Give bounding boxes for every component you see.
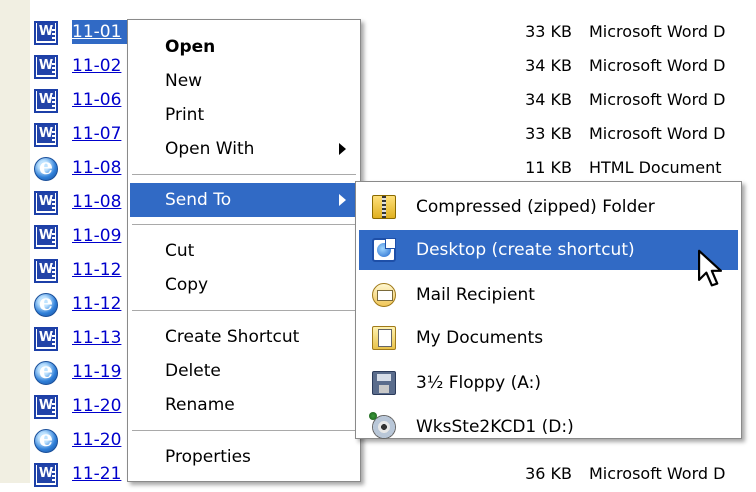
floppy-drive-icon <box>372 371 396 395</box>
menu-item-create-shortcut[interactable]: Create Shortcut <box>130 320 358 354</box>
mouse-cursor-icon <box>698 249 722 287</box>
file-name[interactable]: 11-02 <box>72 54 121 78</box>
file-name[interactable]: 11-07 <box>72 122 121 146</box>
file-type: Microsoft Word D <box>589 124 726 143</box>
file-name[interactable]: 11-09 <box>72 224 121 248</box>
menu-item-label: Print <box>165 105 205 125</box>
word-doc-icon <box>34 191 58 215</box>
file-name[interactable]: 11-20 <box>72 428 121 452</box>
file-row[interactable]: 11-06 34 KB Microsoft Word D <box>0 84 756 118</box>
send-to-item-mail-recipient[interactable]: Mail Recipient <box>359 275 738 315</box>
file-name[interactable]: 11-21 <box>72 462 121 486</box>
menu-item-label: Open With <box>165 139 255 159</box>
menu-separator <box>132 174 356 175</box>
word-doc-icon <box>34 395 58 419</box>
file-name[interactable]: 11-01 <box>72 20 128 44</box>
submenu-arrow-icon <box>339 194 346 206</box>
send-to-item-label: Compressed (zipped) Folder <box>416 197 655 217</box>
file-name[interactable]: 11-20 <box>72 394 121 418</box>
send-to-item-desktop-create-shortcut[interactable]: Desktop (create shortcut) <box>359 230 738 270</box>
file-name[interactable]: 11-08 <box>72 156 121 180</box>
menu-item-open[interactable]: Open <box>130 30 358 64</box>
html-doc-icon <box>34 426 58 453</box>
menu-item-label: Copy <box>165 275 209 295</box>
file-name[interactable]: 11-12 <box>72 292 121 316</box>
menu-item-properties[interactable]: Properties <box>130 440 358 474</box>
my-documents-icon <box>372 326 396 350</box>
html-doc-icon <box>34 358 58 385</box>
menu-item-send-to[interactable]: Send To <box>130 183 358 217</box>
file-size: 33 KB <box>525 124 572 143</box>
send-to-item-3-floppy-a[interactable]: 3½ Floppy (A:) <box>359 363 738 403</box>
menu-item-label: Delete <box>165 361 221 381</box>
html-doc-icon <box>34 154 58 181</box>
menu-separator <box>132 310 356 311</box>
desktop-icon <box>372 238 396 262</box>
submenu-arrow-icon <box>339 143 346 155</box>
word-doc-icon <box>34 123 58 147</box>
menu-item-copy[interactable]: Copy <box>130 268 358 302</box>
file-row[interactable]: 11-21 36 KB Microsoft Word D <box>0 458 756 492</box>
menu-item-open-with[interactable]: Open With <box>130 132 358 166</box>
word-doc-icon <box>34 21 58 45</box>
file-row[interactable]: 11-02 34 KB Microsoft Word D <box>0 50 756 84</box>
word-doc-icon <box>34 55 58 79</box>
send-to-item-my-documents[interactable]: My Documents <box>359 318 738 358</box>
menu-separator <box>132 224 356 225</box>
menu-item-label: Send To <box>165 190 232 210</box>
word-doc-icon <box>34 259 58 283</box>
html-doc-icon <box>34 290 58 317</box>
word-doc-icon <box>34 89 58 113</box>
menu-item-label: Rename <box>165 395 235 415</box>
file-name[interactable]: 11-13 <box>72 326 121 350</box>
send-to-item-label: Mail Recipient <box>416 285 535 305</box>
mail-icon <box>372 283 396 307</box>
send-to-item-label: My Documents <box>416 328 544 348</box>
file-type: Microsoft Word D <box>589 56 726 75</box>
file-name[interactable]: 11-12 <box>72 258 121 282</box>
word-doc-icon <box>34 225 58 249</box>
file-type: Microsoft Word D <box>589 90 726 109</box>
file-row[interactable]: 11-07 33 KB Microsoft Word D <box>0 118 756 152</box>
file-row[interactable]: 11-01 33 KB Microsoft Word D <box>0 16 756 50</box>
send-to-item-wksste2kcd1-d[interactable]: WksSte2KCD1 (D:) <box>359 407 738 447</box>
menu-item-new[interactable]: New <box>130 64 358 98</box>
file-type: Microsoft Word D <box>589 22 726 41</box>
menu-item-label: New <box>165 71 203 91</box>
file-name[interactable]: 11-06 <box>72 88 121 112</box>
send-to-item-label: Desktop (create shortcut) <box>416 240 635 260</box>
menu-separator <box>132 430 356 431</box>
word-doc-icon <box>34 463 58 487</box>
file-type: Microsoft Word D <box>589 464 726 483</box>
menu-item-rename[interactable]: Rename <box>130 388 358 422</box>
file-name[interactable]: 11-08 <box>72 190 121 214</box>
file-size: 11 KB <box>525 158 572 177</box>
send-to-item-label: WksSte2KCD1 (D:) <box>416 417 574 437</box>
menu-item-cut[interactable]: Cut <box>130 234 358 268</box>
menu-item-delete[interactable]: Delete <box>130 354 358 388</box>
menu-item-label: Open <box>165 37 216 57</box>
menu-item-label: Properties <box>165 447 251 467</box>
cd-drive-icon <box>369 412 396 439</box>
file-size: 34 KB <box>525 56 572 75</box>
file-size: 36 KB <box>525 464 572 483</box>
send-to-submenu: Compressed (zipped) Folder Desktop (creat… <box>355 181 742 439</box>
file-name[interactable]: 11-19 <box>72 360 121 384</box>
menu-item-label: Create Shortcut <box>165 327 300 347</box>
file-size: 34 KB <box>525 90 572 109</box>
file-type: HTML Document <box>589 158 722 177</box>
send-to-item-label: 3½ Floppy (A:) <box>416 373 541 393</box>
send-to-item-compressed-zipped-folder[interactable]: Compressed (zipped) Folder <box>359 187 738 227</box>
menu-item-label: Cut <box>165 241 195 261</box>
menu-item-print[interactable]: Print <box>130 98 358 132</box>
context-menu: Open New Print Open With Send To Cut Copy Creat… <box>127 19 361 482</box>
word-doc-icon <box>34 327 58 351</box>
zip-folder-icon <box>372 195 396 219</box>
file-size: 33 KB <box>525 22 572 41</box>
